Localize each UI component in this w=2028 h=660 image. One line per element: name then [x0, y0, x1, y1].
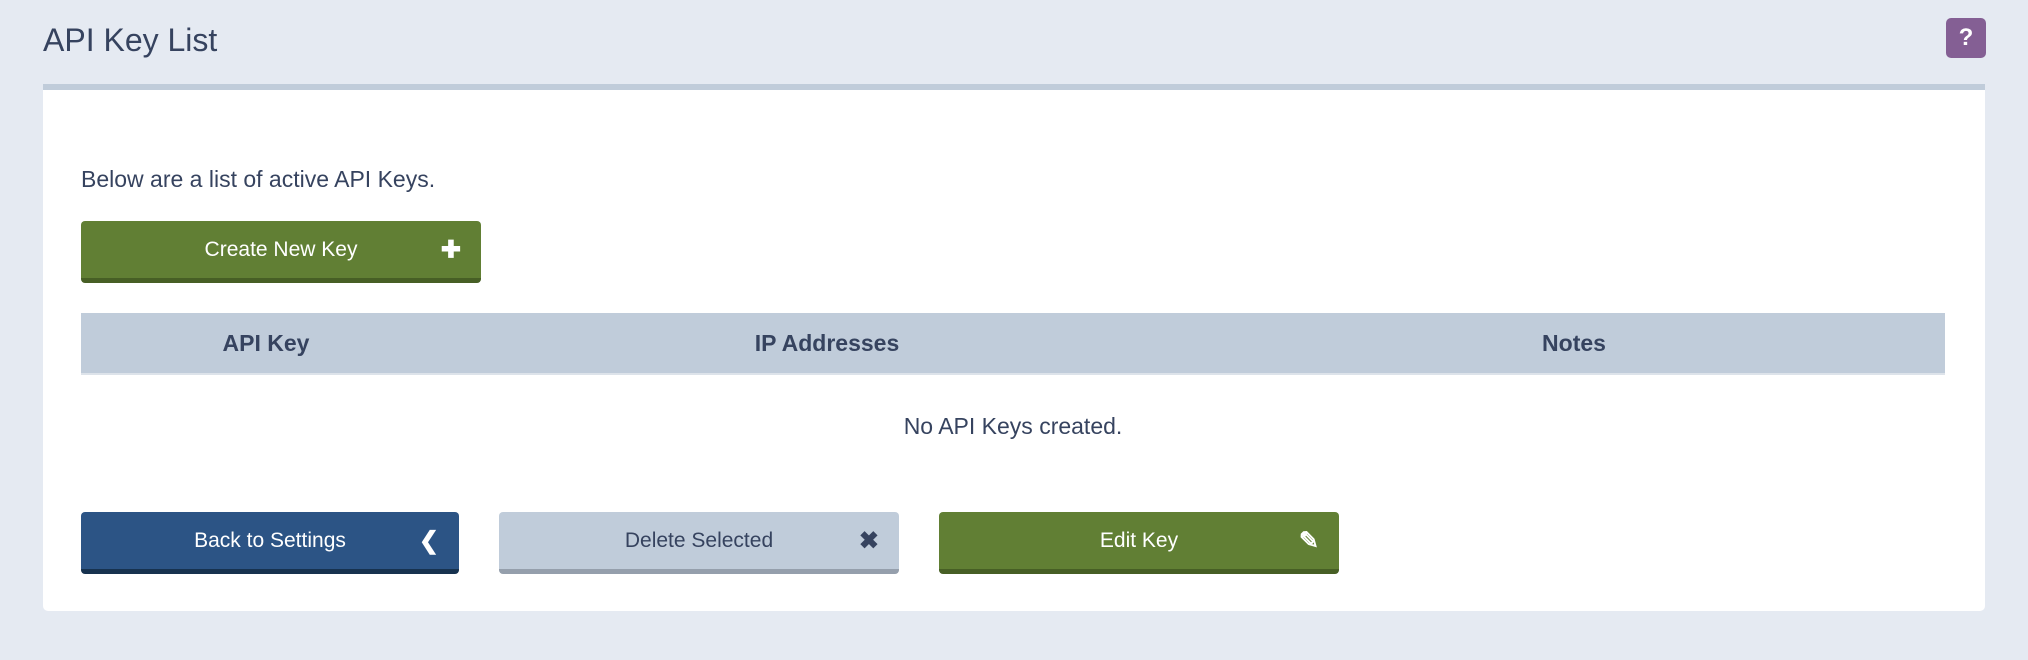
- column-header-notes: Notes: [1203, 313, 1945, 375]
- column-header-api-key: API Key: [81, 313, 451, 375]
- close-icon: ✖: [858, 527, 879, 554]
- create-new-key-label: Create New Key: [204, 237, 358, 261]
- pencil-icon: ✎: [1298, 527, 1319, 554]
- plus-icon: ✚: [440, 236, 461, 263]
- delete-selected-label: Delete Selected: [624, 528, 774, 552]
- delete-selected-button[interactable]: Delete Selected ✖: [499, 512, 899, 574]
- intro-text: Below are a list of active API Keys.: [81, 166, 436, 192]
- api-key-panel: Below are a list of active API Keys. Cre…: [43, 84, 1985, 611]
- page-title: API Key List: [43, 22, 218, 58]
- chevron-left-icon: ❮: [418, 527, 439, 554]
- edit-key-button[interactable]: Edit Key ✎: [939, 512, 1339, 574]
- create-new-key-button[interactable]: Create New Key ✚: [81, 221, 481, 283]
- question-icon: ?: [1958, 24, 1974, 51]
- empty-message: No API Keys created.: [903, 412, 1123, 439]
- back-to-settings-label: Back to Settings: [194, 528, 346, 552]
- edit-key-label: Edit Key: [1099, 528, 1179, 552]
- back-to-settings-button[interactable]: Back to Settings ❮: [81, 512, 459, 574]
- column-header-ip-addresses: IP Addresses: [451, 313, 1203, 375]
- help-button[interactable]: ?: [1946, 18, 1986, 58]
- api-key-table: API Key IP Addresses Notes No API Keys c…: [81, 313, 1945, 477]
